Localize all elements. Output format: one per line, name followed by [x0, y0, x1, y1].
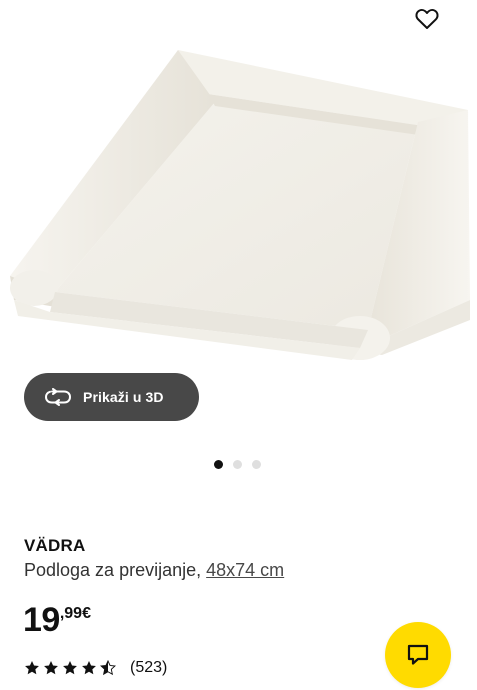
price-decimals: ,99€ — [59, 605, 91, 622]
heart-icon — [415, 9, 439, 29]
product-dimensions-link[interactable]: 48x74 cm — [206, 560, 284, 580]
chat-icon — [407, 644, 429, 665]
product-name: VÄDRA — [24, 536, 86, 555]
carousel-indicator — [214, 460, 261, 469]
chat-button[interactable] — [385, 622, 451, 688]
rating-count: (523) — [130, 659, 168, 676]
favourite-button[interactable] — [412, 4, 442, 34]
product-image — [10, 50, 470, 360]
product-rating[interactable]: (523) — [24, 659, 167, 677]
star-full-icon — [63, 661, 77, 675]
carousel-dot[interactable] — [252, 460, 261, 469]
rating-stars — [24, 660, 116, 676]
view-3d-button[interactable]: Prikaži u 3D — [24, 373, 199, 421]
carousel-dot-active[interactable] — [214, 460, 223, 469]
star-full-icon — [25, 661, 39, 675]
product-price: 19 ,99€ — [23, 600, 91, 640]
product-description: Podloga za previjanje, 48x74 cm — [24, 560, 284, 581]
star-full-icon — [44, 661, 58, 675]
star-half-icon — [100, 660, 116, 676]
price-integer: 19 — [23, 601, 60, 639]
carousel-dot[interactable] — [233, 460, 242, 469]
product-type: Podloga za previjanje, — [24, 560, 202, 580]
product-image-area[interactable]: Prikaži u 3D — [0, 0, 477, 440]
view-3d-label: Prikaži u 3D — [83, 389, 164, 405]
rotate-3d-icon — [44, 387, 72, 407]
star-full-icon — [82, 661, 96, 675]
